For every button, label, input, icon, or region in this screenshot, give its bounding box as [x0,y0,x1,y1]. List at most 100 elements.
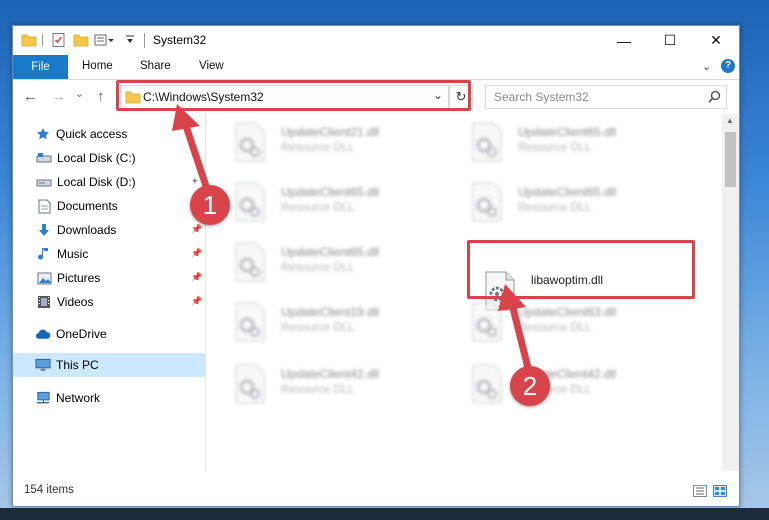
pin-icon: ✦ [191,176,199,186]
navigation-pane: Quick access Local Disk (C:) ✦ Local Dis… [13,114,206,471]
sidebar-item-downloads[interactable]: Downloads 📌 [13,218,205,242]
sidebar-item-quick-access[interactable]: Quick access [13,122,205,146]
pin-icon: 📌 [191,272,203,282]
sidebar-item-documents[interactable]: Documents ✦ [13,194,205,218]
address-highlight-box [116,80,471,111]
file-type: Resource DLL [518,202,592,214]
sidebar-item-local-disk-d[interactable]: Local Disk (D:) ✦ [13,170,205,194]
customize-toolbar-icon[interactable] [125,33,135,49]
back-button[interactable]: ← [23,88,38,105]
forward-button[interactable]: → [51,88,66,105]
folder-icon [21,32,37,48]
file-name: UpdateClient19.dll [281,305,380,319]
file-tile[interactable]: UpdateClient65.dll Resource DLL [234,182,459,232]
expand-ribbon-icon[interactable]: ⌄ [702,60,711,73]
sidebar-item-label: Quick access [56,127,128,141]
file-type: Resource DLL [281,202,355,214]
drive-icon [36,175,52,189]
file-highlight-box [467,240,695,299]
file-tile[interactable]: UpdateClient63.dll Resource DLL [471,302,696,352]
file-tile[interactable]: UpdateClient65.dll Resource DLL [234,242,459,292]
dll-file-icon [234,364,266,404]
file-name: UpdateClient65.dll [281,245,380,259]
search-icon [708,90,721,106]
title-bar: System32 — ☐ ✕ [13,26,739,55]
file-tile[interactable]: UpdateClient42.dll Resource DLL [234,364,459,414]
maximize-button[interactable]: ☐ [647,26,693,55]
search-box[interactable]: Search System32 [485,85,727,109]
help-icon[interactable]: ? [721,59,735,73]
view-options-icon[interactable] [94,32,116,48]
file-name: UpdateClient65.dll [281,185,380,199]
dll-file-icon [471,364,503,404]
file-type: Resource DLL [518,142,592,154]
sidebar-item-label: OneDrive [56,327,107,341]
file-tile[interactable]: UpdateClient19.dll Resource DLL [234,302,459,352]
details-view-icon[interactable] [693,485,707,497]
sidebar-item-local-disk-c[interactable]: Local Disk (C:) ✦ [13,146,205,170]
pin-icon: 📌 [191,224,203,234]
vertical-scrollbar[interactable]: ▲ [722,114,739,471]
file-name: UpdateClient21.dll [281,125,380,139]
tab-view[interactable]: View [199,60,224,72]
new-folder-icon[interactable] [73,32,89,48]
sidebar-item-label: This PC [56,358,99,372]
sidebar-item-onedrive[interactable]: OneDrive [13,322,205,346]
sidebar-item-label: Local Disk (C:) [57,151,136,165]
sidebar-item-label: Videos [57,295,94,309]
computer-icon [35,358,51,372]
scroll-up-icon[interactable]: ▲ [726,116,734,125]
dll-file-icon [471,182,503,222]
file-name: UpdateClient65.dll [518,185,617,199]
sidebar-item-network[interactable]: Network [13,386,205,410]
star-icon [35,127,51,141]
up-button[interactable]: ↑ [97,88,105,105]
network-icon [35,391,51,405]
cloud-icon [35,327,51,341]
dll-file-icon [234,302,266,342]
file-name: UpdateClient63.dll [518,305,617,319]
file-name: UpdateClient65.dll [518,125,617,139]
taskbar [0,508,769,520]
window-title: System32 [153,33,207,47]
sidebar-item-this-pc[interactable]: This PC [13,353,205,377]
tab-home[interactable]: Home [82,60,113,72]
maximize-icon: ☐ [663,32,677,48]
item-count: 154 items [24,484,74,496]
sidebar-item-label: Downloads [57,223,117,237]
properties-icon[interactable] [51,32,67,48]
recent-locations-button[interactable]: ⌄ [75,87,84,100]
file-tile[interactable]: UpdateClient65.dll Resource DLL [471,182,696,232]
file-tile[interactable]: UpdateClient42.dll Resource DLL [471,364,696,414]
scroll-thumb[interactable] [725,132,736,187]
sidebar-item-music[interactable]: Music 📌 [13,242,205,266]
dll-file-icon [471,122,503,162]
sidebar-item-pictures[interactable]: Pictures 📌 [13,266,205,290]
dll-file-icon [234,242,266,282]
tiles-view-icon[interactable] [713,485,727,497]
close-button[interactable]: ✕ [693,26,739,55]
dll-file-icon [471,302,503,342]
search-placeholder: Search System32 [494,90,589,104]
drive-icon [36,151,52,165]
documents-icon [36,199,52,213]
dll-file-icon [234,122,266,162]
sidebar-item-label: Documents [57,199,118,213]
close-icon: ✕ [710,32,722,48]
sidebar-item-videos[interactable]: Videos 📌 [13,290,205,314]
step-badge-2: 2 [510,366,550,406]
status-bar: 154 items [13,476,739,506]
sidebar-item-label: Local Disk (D:) [57,175,136,189]
pin-icon: 📌 [191,248,203,258]
minimize-button[interactable]: — [601,26,647,55]
downloads-icon [36,223,52,237]
file-name: UpdateClient42.dll [281,367,380,381]
tab-share[interactable]: Share [140,60,171,72]
videos-icon [36,295,52,309]
step-badge-1: 1 [190,185,230,225]
file-type: Resource DLL [281,262,355,274]
pin-icon: 📌 [191,296,203,306]
file-tile[interactable]: UpdateClient65.dll Resource DLL [471,122,696,172]
file-tile[interactable]: UpdateClient21.dll Resource DLL [234,122,459,172]
tab-file[interactable]: File [13,55,68,79]
